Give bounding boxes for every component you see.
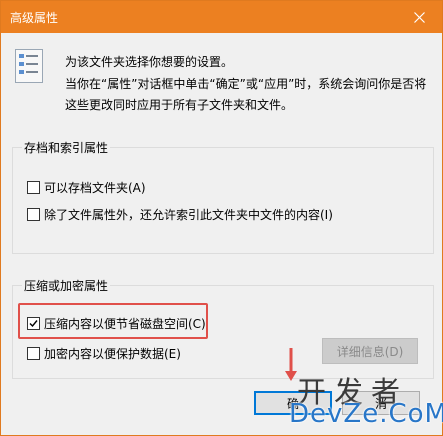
check-icon	[29, 320, 38, 328]
archive-checkbox-label: 可以存档文件夹(A)	[44, 181, 146, 195]
close-icon	[413, 11, 425, 23]
close-button[interactable]	[396, 1, 442, 33]
ok-button[interactable]: 确	[254, 391, 332, 415]
archive-index-legend: 存档和索引属性	[22, 139, 111, 156]
compress-encrypt-legend: 压缩或加密属性	[22, 277, 111, 294]
index-checkbox-row[interactable]: 除了文件属性外，还允许索引此文件夹中文件的内容(I)	[27, 206, 333, 223]
compress-checkbox-label: 压缩内容以便节省磁盘空间(C)	[44, 317, 206, 331]
archive-checkbox-row[interactable]: 可以存档文件夹(A)	[27, 179, 146, 196]
archive-checkbox[interactable]	[27, 181, 40, 194]
archive-index-group: 存档和索引属性	[12, 139, 434, 254]
encrypt-checkbox-row[interactable]: 加密内容以便保护数据(E)	[27, 345, 181, 362]
encrypt-checkbox-label: 加密内容以便保护数据(E)	[44, 347, 181, 361]
details-button[interactable]: 详细信息(D)	[322, 338, 418, 364]
cancel-button[interactable]: 消	[342, 391, 420, 415]
title-bar[interactable]: 高级属性	[1, 1, 442, 33]
index-checkbox[interactable]	[27, 208, 40, 221]
window-title: 高级属性	[10, 11, 59, 25]
intro-text: 为该文件夹选择你想要的设置。	[65, 55, 234, 69]
encrypt-checkbox[interactable]	[27, 347, 40, 360]
arrow-down-icon	[285, 348, 297, 381]
compress-checkbox-row[interactable]: 压缩内容以便节省磁盘空间(C)	[27, 315, 206, 332]
properties-list-icon	[15, 49, 43, 83]
intro-description: 当你在“属性”对话框中单击“确定”或“应用”时，系统会询问你是否将这些更改同时应…	[65, 77, 427, 112]
advanced-attributes-dialog: 高级属性 为该文件夹选择你想要的设置。 当你在“属性”对话框中单击“确定”或“应…	[0, 0, 443, 436]
compress-checkbox[interactable]	[27, 317, 40, 330]
index-checkbox-label: 除了文件属性外，还允许索引此文件夹中文件的内容(I)	[44, 208, 333, 222]
